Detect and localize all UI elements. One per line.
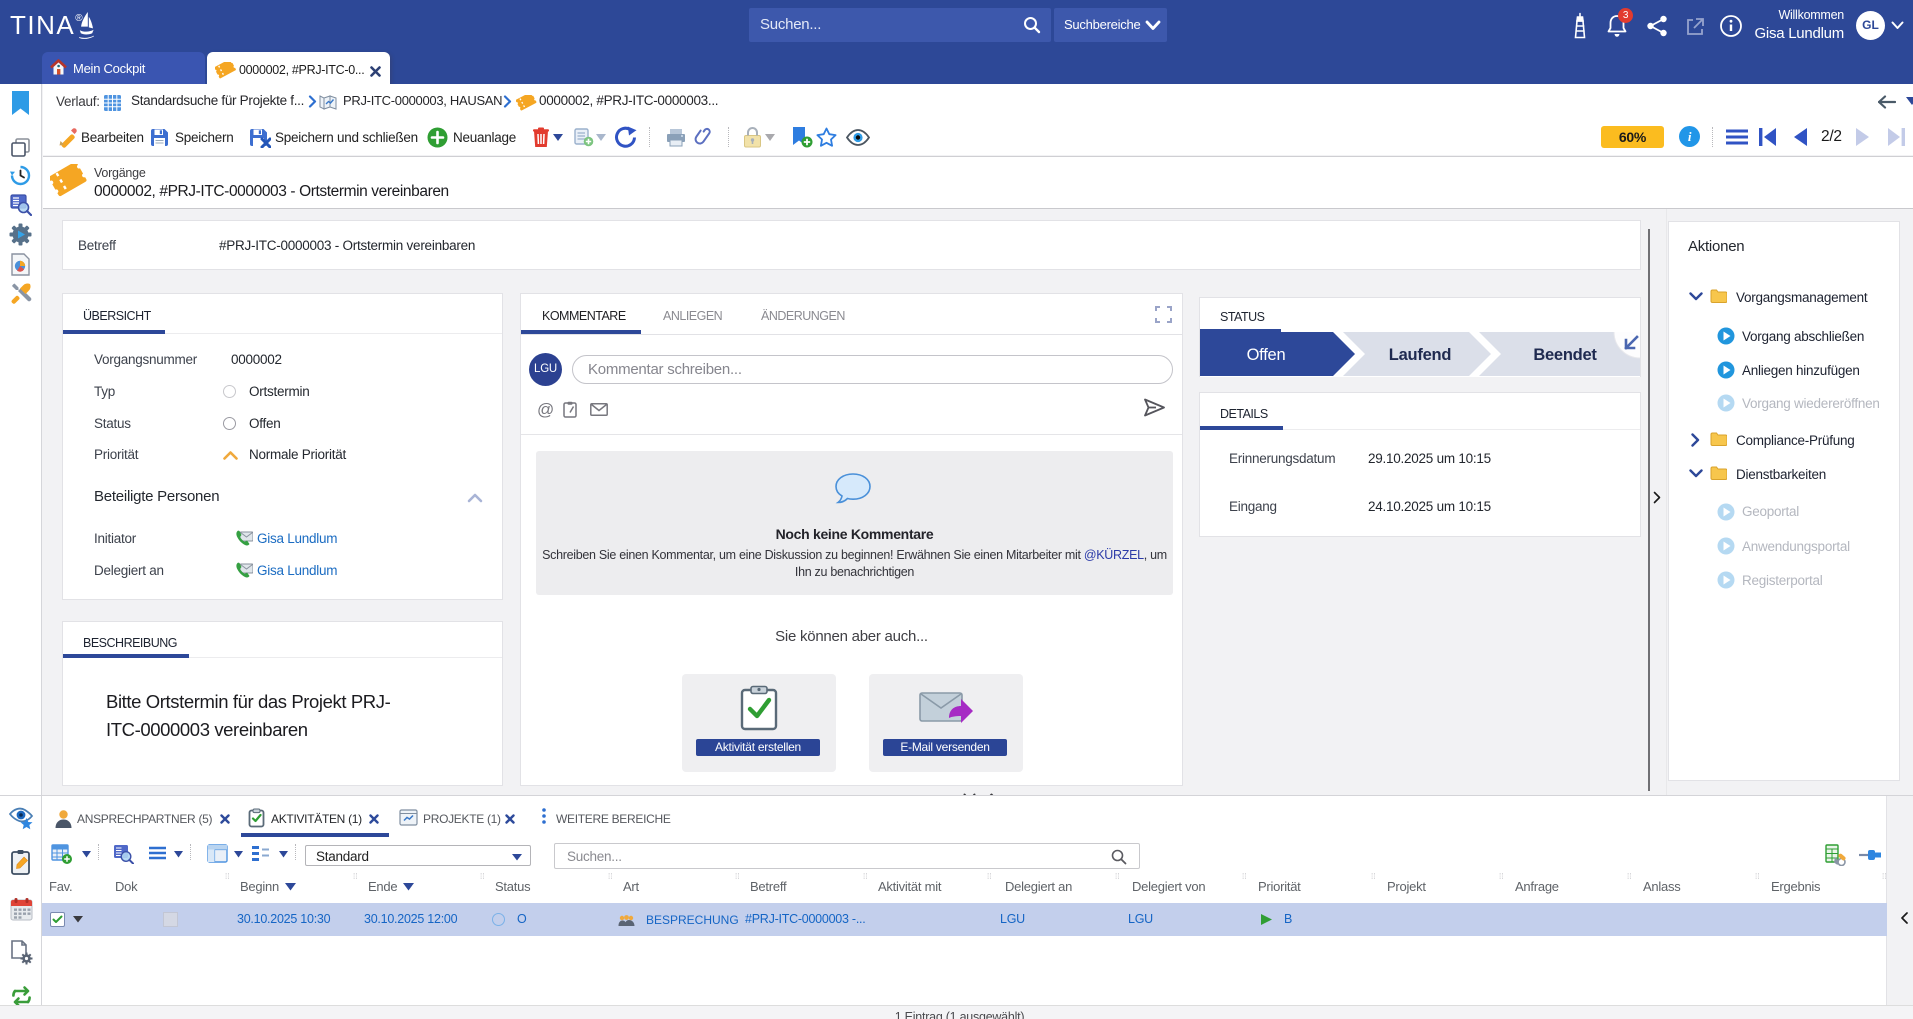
- svg-text:Offen: Offen: [1247, 346, 1286, 364]
- svg-text:Laufend: Laufend: [1389, 346, 1451, 364]
- svg-text:Beendet: Beendet: [1533, 346, 1597, 364]
